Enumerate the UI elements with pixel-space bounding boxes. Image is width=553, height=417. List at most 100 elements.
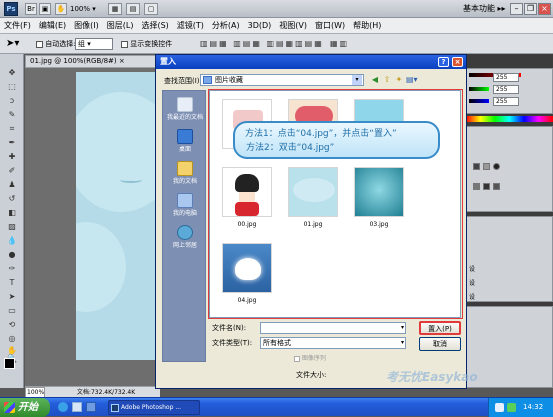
green-slider[interactable] <box>469 87 489 91</box>
color-panel: 255 255 255 <box>466 68 553 114</box>
blue-slider[interactable] <box>469 99 489 103</box>
bridge-icon[interactable]: Br <box>25 3 37 15</box>
style-swatch[interactable] <box>493 183 500 190</box>
auto-select-checkbox[interactable] <box>36 40 43 48</box>
3d-orbit-tool-icon[interactable]: ◎ <box>6 334 18 343</box>
distribute-icons[interactable]: ▦▥ <box>330 39 349 48</box>
show-transform-checkbox[interactable] <box>121 40 128 48</box>
document-canvas[interactable] <box>76 72 161 360</box>
brush-tool-icon[interactable]: ✐ <box>6 166 18 175</box>
document-tab[interactable]: 01.jpg @ 100%(RGB/8#) × <box>25 55 165 68</box>
filetype-dropdown[interactable]: 所有格式 ▾ <box>260 337 406 349</box>
dodge-tool-icon[interactable]: ● <box>6 250 18 259</box>
mini-bridge-icon[interactable]: ▣ <box>39 3 51 15</box>
menu-file[interactable]: 文件(F) <box>0 18 35 33</box>
blur-tool-icon[interactable]: 💧 <box>6 236 18 245</box>
new-folder-icon[interactable]: ✦ <box>394 75 404 85</box>
place-button[interactable]: 置入(P) <box>419 321 461 335</box>
quick-select-tool-icon[interactable]: ✎ <box>6 110 18 119</box>
start-button[interactable]: 开始 <box>0 398 50 417</box>
image-sequence-option[interactable]: 图像序列 <box>294 355 326 363</box>
place-network[interactable]: 网上邻居 <box>163 225 207 249</box>
filename-input[interactable]: ▾ <box>260 322 406 334</box>
status-zoom[interactable]: 100% <box>25 387 45 397</box>
taskbar-photoshop-item[interactable]: Adobe Photoshop ... <box>108 400 200 415</box>
zoom-select[interactable]: 100% ▾ <box>70 3 102 15</box>
help-icon[interactable]: ? <box>438 57 449 67</box>
volume-icon[interactable] <box>495 403 504 412</box>
show-desktop-icon[interactable] <box>72 402 82 412</box>
menu-view[interactable]: 视图(V) <box>275 18 311 33</box>
history-brush-tool-icon[interactable]: ↺ <box>6 194 18 203</box>
cancel-button[interactable]: 取消 <box>419 337 461 351</box>
blue-value[interactable]: 255 <box>493 97 519 106</box>
clone-stamp-tool-icon[interactable]: ♟ <box>6 180 18 189</box>
path-select-tool-icon[interactable]: ➤ <box>6 292 18 301</box>
workspace-switcher[interactable]: 基本功能 ▸▸ <box>463 3 506 15</box>
menu-3d[interactable]: 3D(D) <box>244 18 276 33</box>
image-sequence-checkbox[interactable] <box>294 355 300 362</box>
3d-rotate-tool-icon[interactable]: ⟲ <box>6 320 18 329</box>
healing-tool-icon[interactable]: ✚ <box>6 152 18 161</box>
chevron-down-icon[interactable]: ▾ <box>401 338 404 348</box>
eraser-tool-icon[interactable]: ◧ <box>6 208 18 217</box>
red-value[interactable]: 255 <box>493 73 519 82</box>
place-recent-documents[interactable]: 我最近的文档 <box>163 97 207 121</box>
dialog-close-icon[interactable]: × <box>452 57 463 67</box>
up-folder-icon[interactable]: ⇧ <box>382 75 392 85</box>
type-tool-icon[interactable]: T <box>6 278 18 287</box>
auto-select-option[interactable]: 自动选择: <box>36 39 76 49</box>
move-tool-preset-icon[interactable]: ➤▾ <box>6 38 19 50</box>
minimize-button[interactable]: – <box>510 3 523 15</box>
network-tray-icon[interactable] <box>507 403 516 412</box>
hand-icon[interactable]: ✋ <box>55 3 67 15</box>
align-icons[interactable]: ▥▤▦ ▥▤▦ ▥▤▦▥▤▦ <box>200 39 324 48</box>
crop-tool-icon[interactable]: ⌗ <box>6 124 18 133</box>
pen-tool-icon[interactable]: ✑ <box>6 264 18 273</box>
eyedropper-tool-icon[interactable]: ✒ <box>6 138 18 147</box>
style-swatch[interactable] <box>473 183 480 190</box>
my-documents-icon <box>177 161 193 176</box>
menu-analysis[interactable]: 分析(A) <box>208 18 244 33</box>
style-swatch[interactable] <box>473 163 480 170</box>
windows-logo-icon <box>4 402 15 413</box>
style-swatch[interactable] <box>483 163 490 170</box>
move-tool-icon[interactable]: ✥ <box>6 68 18 77</box>
arrange-documents-icon[interactable]: ▤ <box>126 3 140 15</box>
style-swatch[interactable] <box>493 163 500 170</box>
menu-help[interactable]: 帮助(H) <box>349 18 385 33</box>
auto-select-dropdown[interactable]: 组 ▾ <box>75 38 113 50</box>
chevron-down-icon[interactable]: ▾ <box>352 75 362 85</box>
view-extras-icon[interactable]: ▦ <box>108 3 122 15</box>
shape-tool-icon[interactable]: ▭ <box>6 306 18 315</box>
place-desktop[interactable]: 桌面 <box>163 129 207 153</box>
menu-window[interactable]: 窗口(W) <box>311 18 349 33</box>
menu-edit[interactable]: 编辑(E) <box>35 18 70 33</box>
quicklaunch-icon[interactable] <box>86 402 96 412</box>
ie-quicklaunch-icon[interactable] <box>58 402 68 412</box>
look-in-dropdown[interactable]: 图片收藏 ▾ <box>200 74 364 86</box>
menu-layer[interactable]: 图层(L) <box>103 18 138 33</box>
watermark: 考无忧Easykao <box>386 370 478 384</box>
gradient-tool-icon[interactable]: ▨ <box>6 222 18 231</box>
menu-image[interactable]: 图像(I) <box>70 18 103 33</box>
place-my-documents[interactable]: 我的文档 <box>163 161 207 185</box>
back-icon[interactable]: ◀ <box>370 75 380 85</box>
show-transform-option[interactable]: 显示变换控件 <box>121 39 172 49</box>
view-menu-icon[interactable]: ▤▾ <box>406 75 418 85</box>
app-bar: Ps Br ▣ ✋ 100% ▾ ▦ ▤ ▢ 基本功能 ▸▸ – ❐ × <box>0 0 553 18</box>
menu-select[interactable]: 选择(S) <box>137 18 172 33</box>
green-value[interactable]: 255 <box>493 85 519 94</box>
close-button[interactable]: × <box>538 3 551 15</box>
marquee-tool-icon[interactable]: ⬚ <box>6 82 18 91</box>
restore-button[interactable]: ❐ <box>524 3 537 15</box>
foreground-color-swatch[interactable] <box>4 358 15 369</box>
lasso-tool-icon[interactable]: ↄ <box>6 96 18 105</box>
screen-mode-icon[interactable]: ▢ <box>144 3 158 15</box>
place-my-computer[interactable]: 我的电脑 <box>163 193 207 217</box>
color-spectrum-bar[interactable] <box>466 116 553 122</box>
menu-filter[interactable]: 滤镜(T) <box>173 18 208 33</box>
chevron-down-icon[interactable]: ▾ <box>401 323 404 333</box>
close-tab-icon[interactable]: × <box>119 57 125 65</box>
style-swatch[interactable] <box>483 183 490 190</box>
